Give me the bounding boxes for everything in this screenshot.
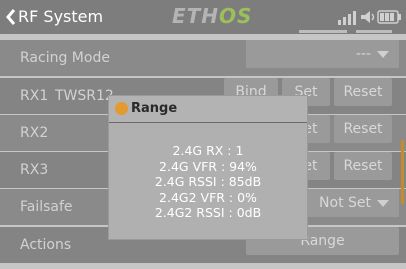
chevron-down-icon: [377, 200, 389, 207]
range-line: 2.4G RSSI : 85dB: [154, 174, 262, 189]
range-line: 2.4G RX : 1: [172, 143, 244, 158]
reset-button[interactable]: Reset: [334, 115, 392, 143]
range-line: 2.4G2 VFR : 0%: [159, 189, 257, 205]
speaker-icon: [361, 11, 375, 23]
status-icons: [338, 10, 401, 25]
row-label: RX2: [20, 125, 49, 141]
row-racing-mode: Racing Mode ---: [0, 40, 406, 76]
chevron-down-icon: [377, 51, 389, 58]
dialog-header: Range: [109, 96, 307, 123]
reset-button[interactable]: Reset: [334, 78, 392, 106]
range-line: 2.4G VFR : 94%: [159, 158, 257, 174]
tab-indicator: [299, 30, 347, 33]
tab-indicator: [356, 30, 392, 33]
rf-system-screen: RF System ETHOS Racing Mode --- RX1 TWSR…: [0, 0, 406, 269]
ethos-logo: ETHOS: [172, 4, 253, 28]
battery-icon: [377, 10, 401, 24]
info-icon: [115, 102, 128, 115]
signal-icon: [338, 11, 356, 25]
scrollbar[interactable]: [401, 140, 404, 204]
racing-mode-select[interactable]: ---: [246, 40, 399, 68]
receiver-name: TWSR12: [55, 88, 114, 104]
row-label: Racing Mode: [20, 50, 110, 66]
range-dialog: Range 2.4G RX : 1 2.4G VFR : 94% 2.4G RS…: [109, 96, 307, 239]
range-line: 2.4G2 RSSI : 0dB: [154, 205, 262, 220]
row-label: RX3: [20, 162, 49, 178]
header-bar: RF System ETHOS: [0, 0, 406, 34]
reset-button[interactable]: Reset: [334, 152, 392, 180]
back-arrow-icon[interactable]: [6, 9, 16, 25]
page-title: RF System: [18, 7, 104, 26]
row-label: RX1: [20, 88, 49, 104]
row-label: Failsafe: [20, 199, 73, 215]
row-label: Actions: [20, 237, 72, 253]
dialog-body: 2.4G RX : 1 2.4G VFR : 94% 2.4G RSSI : 8…: [109, 143, 307, 221]
dialog-title: Range: [131, 101, 178, 116]
